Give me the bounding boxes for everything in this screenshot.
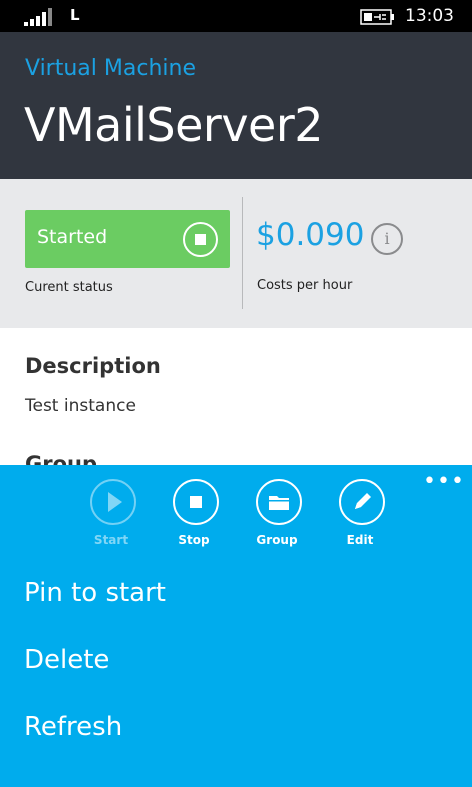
page-subtitle: Virtual Machine: [25, 56, 196, 81]
clock: 13:03: [405, 6, 454, 26]
edit-button[interactable]: Edit: [327, 479, 397, 551]
folder-icon: [256, 479, 302, 525]
menu-item-delete[interactable]: Delete: [24, 645, 109, 675]
description-heading: Description: [25, 354, 161, 378]
app-bar: ••• Start Stop Group Edit Pin to start D…: [0, 465, 472, 787]
status-toggle-button[interactable]: Started: [25, 210, 230, 268]
description-value: Test instance: [25, 396, 136, 416]
status-caption: Curent status: [25, 280, 113, 295]
signal-strength-icon: [24, 8, 52, 26]
pencil-icon: [339, 479, 385, 525]
network-type: L: [70, 6, 80, 24]
group-button-label: Group: [256, 533, 298, 547]
group-button[interactable]: Group: [244, 479, 314, 551]
page-header: Virtual Machine VMailServer2: [0, 32, 472, 179]
divider: [242, 197, 243, 309]
battery-charging-icon: [360, 9, 394, 25]
summary-panel: Started Curent status $0.090 i Costs per…: [0, 179, 472, 328]
more-options-button[interactable]: •••: [423, 469, 465, 494]
page-title: VMailServer2: [24, 98, 324, 152]
stop-button-label: Stop: [178, 533, 210, 547]
menu-item-pin-to-start[interactable]: Pin to start: [24, 578, 166, 608]
edit-button-label: Edit: [346, 533, 374, 547]
status-value: Started: [37, 226, 108, 248]
stop-button[interactable]: Stop: [161, 479, 231, 551]
stop-icon: [173, 479, 219, 525]
info-icon[interactable]: i: [371, 223, 403, 255]
menu-item-refresh[interactable]: Refresh: [24, 712, 122, 742]
price-caption: Costs per hour: [257, 278, 353, 293]
stop-icon: [183, 222, 218, 257]
group-heading: Group: [25, 452, 98, 465]
start-button-label: Start: [93, 533, 129, 547]
details-section: Description Test instance Group: [0, 328, 472, 465]
play-icon: [90, 479, 136, 525]
price-value: $0.090: [256, 217, 365, 253]
start-button[interactable]: Start: [78, 479, 148, 551]
system-status-bar: L 13:03: [0, 0, 472, 32]
